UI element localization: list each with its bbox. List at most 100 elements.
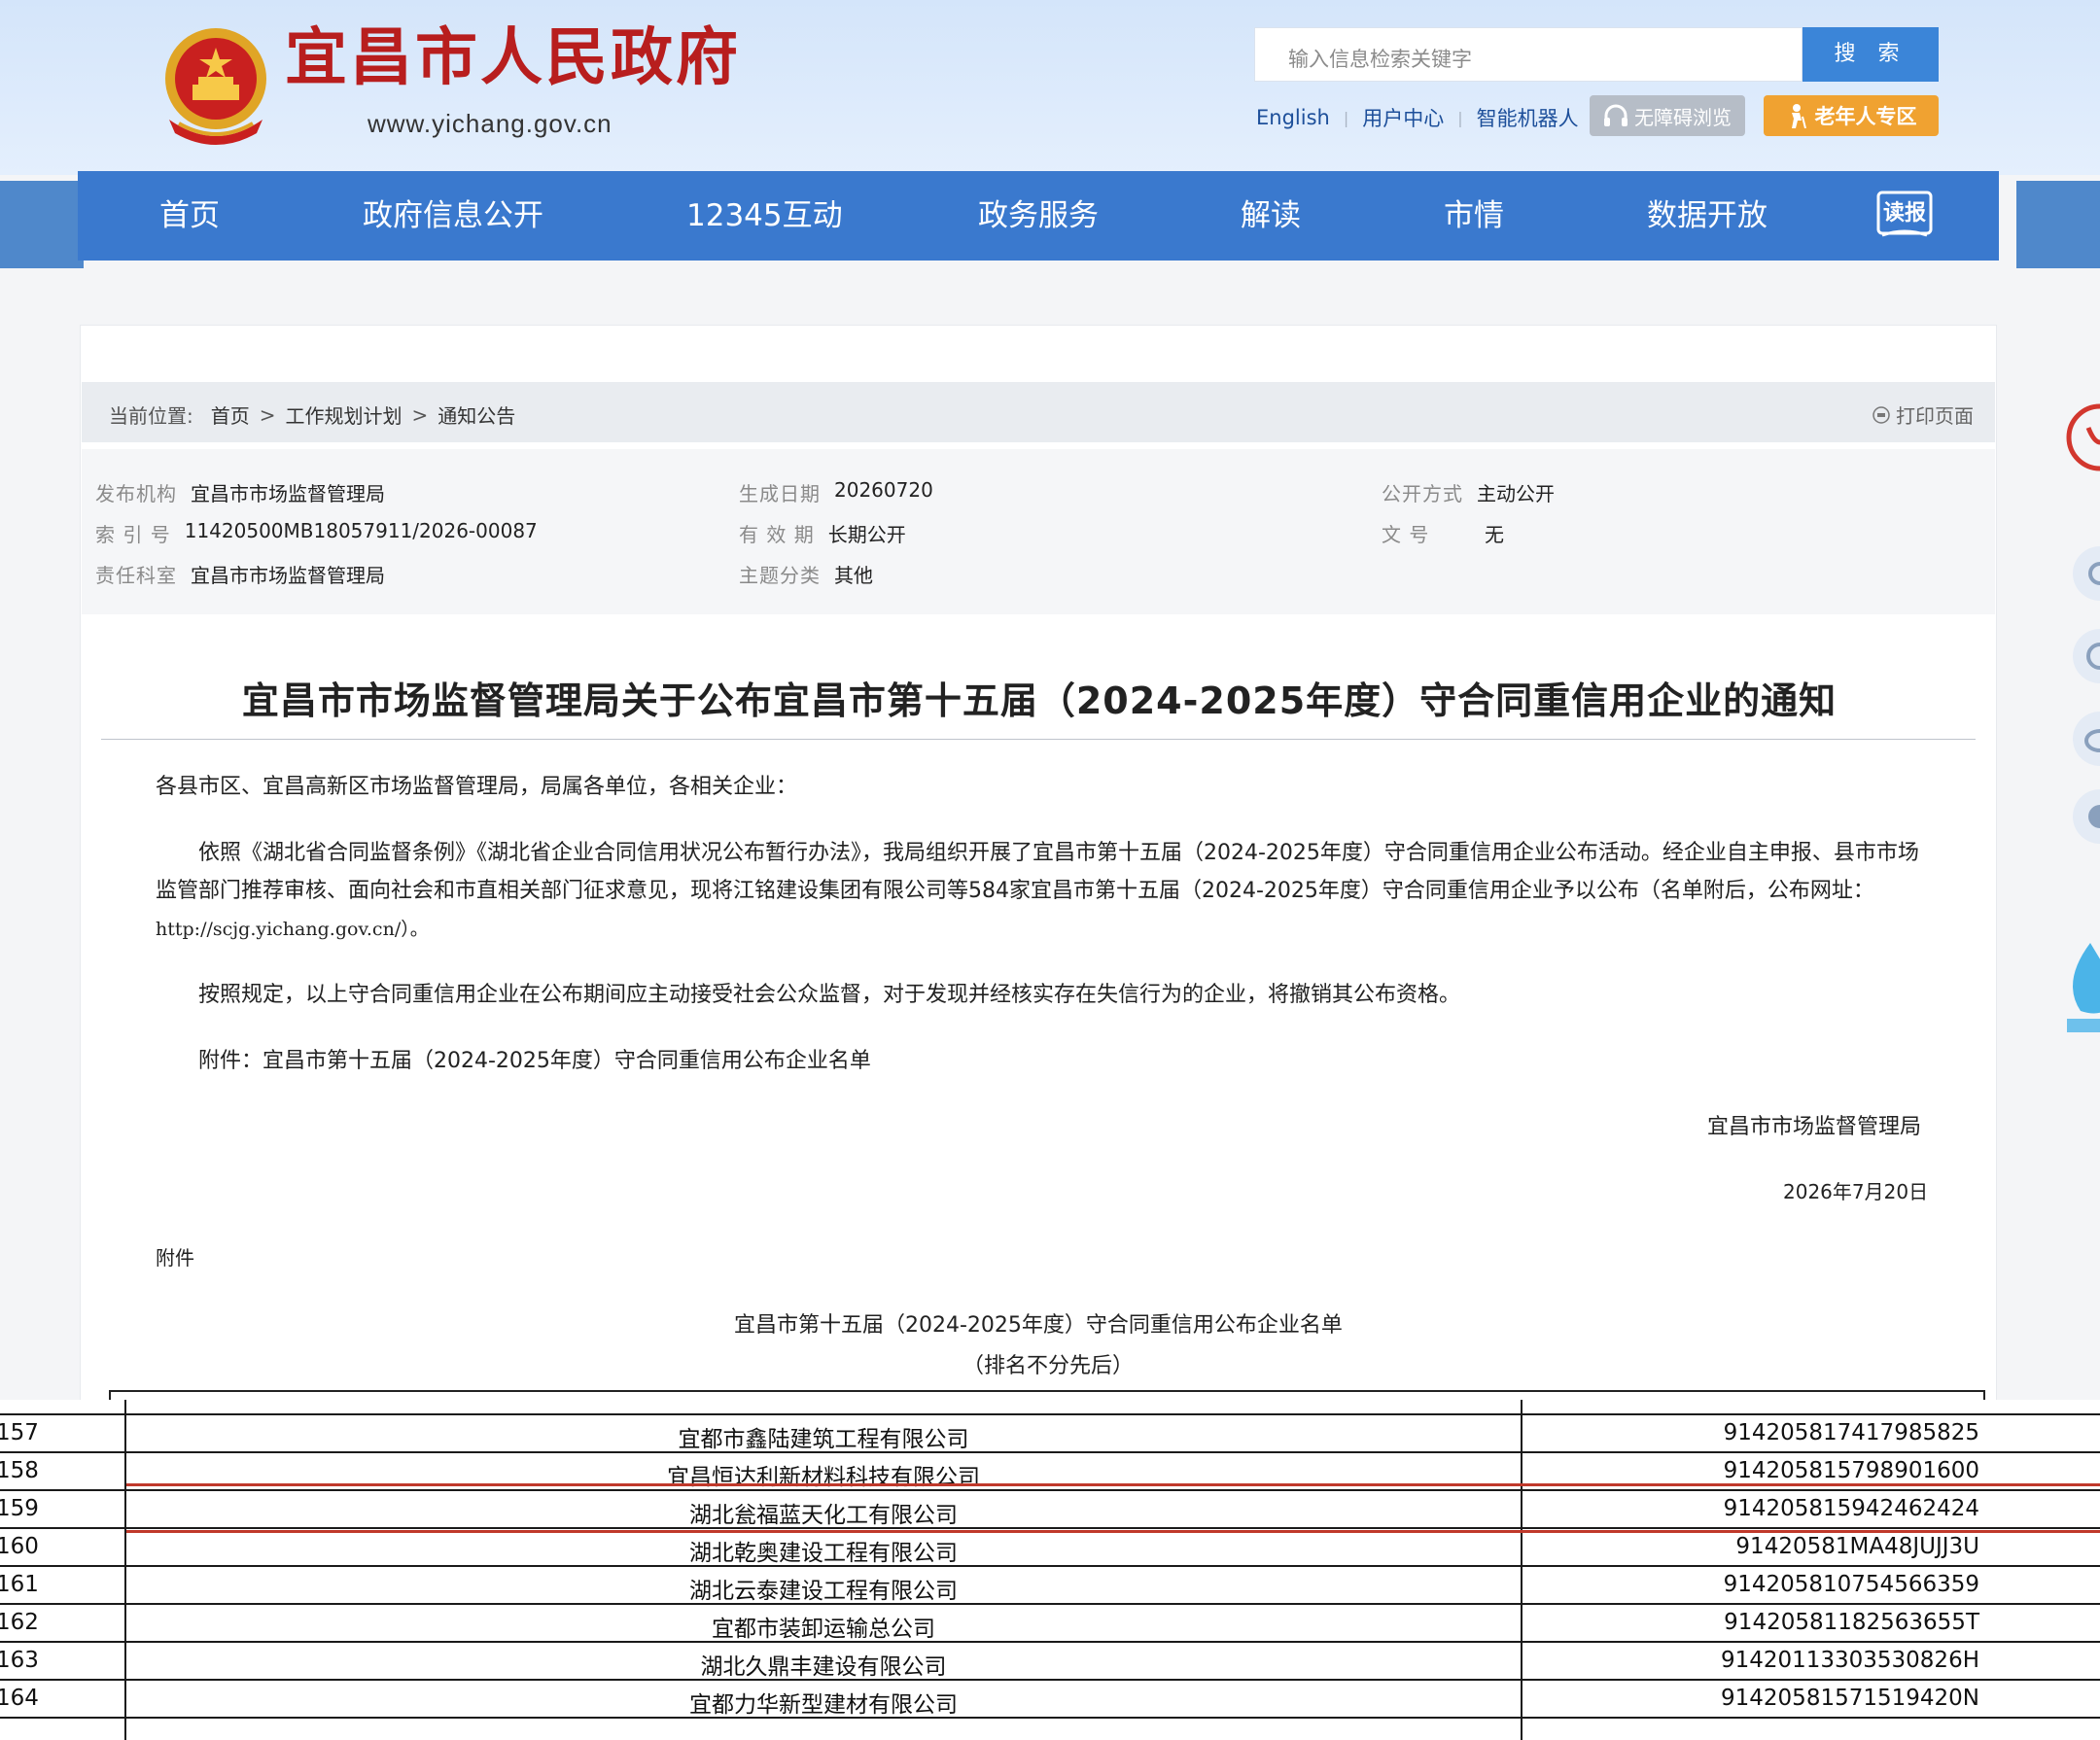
print-page-button[interactable]: 打印页面 [1872, 400, 1974, 429]
meta-open-label: 公开方式 [1382, 482, 1463, 505]
row-number: 163 [0, 1648, 39, 1673]
meta-date: 20260720 [834, 478, 933, 502]
elder-zone-button[interactable]: 老年人专区 [1764, 95, 1939, 136]
credit-code: 914205815942462424 [1723, 1496, 1979, 1521]
row-number: 164 [0, 1686, 39, 1711]
side-logo-icon[interactable] [2061, 389, 2100, 505]
search-input[interactable]: 输入信息检索关键字 [1254, 27, 1802, 82]
row-number: 161 [0, 1572, 39, 1597]
nav-services[interactable]: 政务服务 [978, 171, 1099, 261]
body-paragraph-2: 按照规定，以上守合同重信用企业在公布期间应主动接受社会公众监督，对于发现并经核实… [198, 983, 1461, 1007]
national-emblem-icon [165, 28, 266, 145]
row-number: 162 [0, 1610, 39, 1635]
list-subtitle: （排名不分先后） [962, 1354, 1135, 1378]
main-nav: 首页 政府信息公开 12345互动 政务服务 解读 市情 数据开放 [78, 171, 1999, 261]
meta-dept-label: 责任科室 [95, 564, 177, 587]
table-row: 163 湖北久鼎丰建设有限公司 91420113303530826H [0, 1641, 2100, 1680]
credit-code: 91420113303530826H [1720, 1648, 1979, 1673]
meta-validity: 长期公开 [827, 523, 906, 546]
breadcrumb: 当前位置: 首页 > 工作规划计划 > 通知公告 打印页面 [82, 382, 1995, 442]
credit-code: 91420581571519420N [1721, 1686, 1979, 1711]
nav-12345[interactable]: 12345互动 [686, 171, 843, 261]
meta-docno: 无 [1485, 523, 1504, 546]
credit-code: 91420581MA48JUJJ3U [1735, 1534, 1979, 1559]
signature: 宜昌市市场监督管理局 [1707, 1115, 1922, 1139]
body-paragraph-1-line-1: 依照《湖北省合同监督条例》《湖北省企业合同信用状况公布暂行办法》，我局组织开展了… [198, 841, 1919, 865]
breadcrumb-home[interactable]: 首页 [211, 400, 250, 429]
nav-gov-info[interactable]: 政府信息公开 [363, 171, 543, 261]
body-paragraph-1-line-3: http://scjg.yichang.gov.cn/）。 [156, 919, 429, 940]
breadcrumb-separator: > [411, 402, 429, 427]
sign-date: 2026年7月20日 [1783, 1180, 1929, 1203]
table-row: 157 宜都市鑫陆建筑工程有限公司 914205817417985825 [0, 1413, 2100, 1452]
elder-person-icon [1791, 104, 1806, 128]
top-links: English | 用户中心 | 智能机器人 | [1256, 103, 1611, 132]
breadcrumb-prefix: 当前位置: [109, 404, 193, 428]
highlight-underline [126, 1530, 2100, 1533]
document-meta: 发布机构宜昌市市场监督管理局 索 引 号 11420500MB18057911/2… [82, 449, 1995, 614]
nav-city[interactable]: 市情 [1444, 171, 1504, 261]
row-number: 159 [0, 1496, 39, 1521]
search-button[interactable]: 搜 索 [1802, 27, 1939, 82]
nav-interpret[interactable]: 解读 [1241, 171, 1301, 261]
accessible-browse-button[interactable]: 无障碍浏览 [1590, 95, 1745, 136]
company-name: 湖北乾奥建设工程有限公司 [689, 1541, 958, 1566]
credit-code: 914205810754566359 [1723, 1572, 1979, 1597]
breadcrumb-plan[interactable]: 工作规划计划 [286, 400, 402, 429]
meta-topic: 其他 [834, 564, 873, 587]
side-service-icon[interactable] [2071, 544, 2100, 603]
accessible-label: 无障碍浏览 [1634, 105, 1732, 129]
site-name[interactable]: 宜昌市人民政府 [285, 27, 741, 89]
english-link[interactable]: English [1256, 106, 1330, 129]
read-newspaper-icon[interactable]: 读报 [1876, 191, 1933, 241]
company-name: 宜都市装卸运输总公司 [712, 1617, 935, 1642]
attachment-line: 附件：宜昌市第十五届（2024-2025年度）守合同重信用公布企业名单 [198, 1049, 871, 1073]
meta-dept: 宜昌市市场监督管理局 [191, 564, 385, 587]
body-paragraph-1-line-2: 监管部门推荐审核、面向社会和市直相关部门征求意见，现将江铭建设集团有限公司等58… [156, 879, 1874, 903]
site-header: 宜昌市人民政府 www.yichang.gov.cn 输入信息检索关键字 搜 索… [0, 0, 2100, 175]
company-name: 宜都市鑫陆建筑工程有限公司 [678, 1427, 969, 1452]
row-number: 160 [0, 1534, 39, 1559]
meta-date-label: 生成日期 [739, 482, 821, 505]
meta-validity-label: 有 效 期 [739, 523, 815, 546]
meta-topic-label: 主题分类 [739, 564, 821, 587]
row-number: 157 [0, 1420, 39, 1445]
company-name: 湖北瓮福蓝天化工有限公司 [689, 1503, 958, 1528]
meta-publisher-label: 发布机构 [95, 482, 177, 505]
list-title: 宜昌市第十五届（2024-2025年度）守合同重信用公布企业名单 [734, 1313, 1343, 1338]
nav-left-wing [0, 181, 84, 268]
company-name: 宜都力华新型建材有限公司 [689, 1692, 958, 1718]
highlight-underline [126, 1483, 2100, 1486]
company-name: 湖北云泰建设工程有限公司 [689, 1579, 958, 1604]
divider: | [1457, 108, 1463, 127]
attachment-label: 附件 [156, 1246, 194, 1270]
table-row: 164 宜都力华新型建材有限公司 91420581571519420N [0, 1679, 2100, 1718]
nav-open-data[interactable]: 数据开放 [1647, 171, 1768, 261]
company-name: 湖北久鼎丰建设有限公司 [700, 1654, 947, 1680]
side-chat-icon[interactable] [2071, 787, 2100, 846]
credit-code: 914205815798901600 [1723, 1458, 1979, 1483]
meta-index-label: 索 引 号 [95, 523, 171, 546]
print-label: 打印页面 [1896, 404, 1974, 428]
meta-index: 11420500MB18057911/2026-00087 [184, 519, 538, 542]
table-row: 159 湖北瓮福蓝天化工有限公司 914205815942462424 [0, 1489, 2100, 1528]
user-center-link[interactable]: 用户中心 [1362, 103, 1444, 132]
title-divider [101, 739, 1976, 740]
meta-open: 主动公开 [1477, 482, 1555, 505]
table-row: 162 宜都市装卸运输总公司 91420581182563655T [0, 1603, 2100, 1642]
robot-link[interactable]: 智能机器人 [1477, 103, 1579, 132]
breadcrumb-separator: > [259, 402, 276, 427]
meta-docno-label: 文 号 [1382, 523, 1430, 546]
credit-code: 914205817417985825 [1723, 1420, 1979, 1445]
read-icon-label: 读报 [1883, 201, 1926, 226]
headphones-icon [1604, 104, 1628, 126]
side-robot-icon[interactable] [2061, 933, 2100, 1040]
page-title: 宜昌市市场监督管理局关于公布宜昌市第十五届（2024-2025年度）守合同重信用… [241, 679, 1838, 722]
side-weibo-icon[interactable] [2071, 710, 2100, 768]
printer-icon [1872, 405, 1890, 424]
nav-home[interactable]: 首页 [159, 171, 220, 261]
salutation: 各县市区、宜昌高新区市场监督管理局，局属各单位，各相关企业： [156, 775, 798, 799]
side-share-icon[interactable] [2071, 627, 2100, 685]
breadcrumb-notice[interactable]: 通知公告 [438, 400, 515, 429]
table-row: 161 湖北云泰建设工程有限公司 914205810754566359 [0, 1565, 2100, 1604]
